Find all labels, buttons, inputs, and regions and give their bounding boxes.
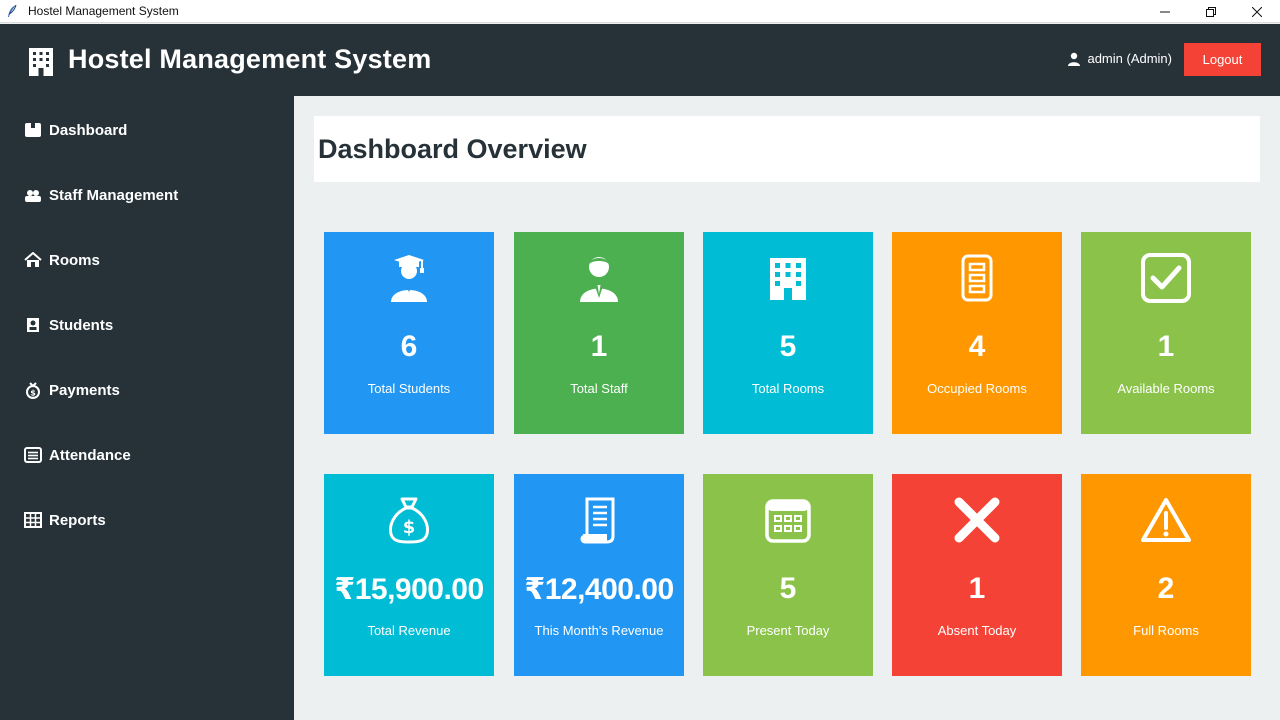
warning-icon — [1140, 494, 1192, 546]
card-label: Total Students — [367, 381, 451, 396]
building-icon — [762, 252, 814, 304]
svg-text:$: $ — [30, 389, 36, 398]
card-label: Absent Today — [937, 623, 1017, 638]
window-controls — [1142, 0, 1280, 23]
restore-icon — [1206, 6, 1216, 17]
close-icon — [1252, 6, 1262, 17]
students-icon — [24, 316, 42, 334]
receipt-icon — [573, 494, 625, 546]
stat-card-total-students[interactable]: 6 Total Students — [324, 232, 494, 434]
stat-card-month-revenue[interactable]: ₹12,400.00 This Month's Revenue — [514, 474, 684, 676]
card-value: ₹15,900.00 — [334, 573, 484, 606]
sidebar-item-rooms[interactable]: Rooms — [0, 240, 294, 280]
page-title: Dashboard Overview — [318, 134, 587, 164]
sidebar-item-label: Dashboard — [49, 121, 128, 139]
logout-button[interactable]: Logout — [1184, 43, 1261, 76]
door-icon — [951, 252, 1003, 304]
graduate-icon — [383, 252, 435, 304]
sidebar-item-label: Payments — [49, 381, 120, 399]
sidebar-item-reports[interactable]: Reports — [0, 500, 294, 540]
page-title-panel: Dashboard Overview — [314, 116, 1260, 182]
user-name: admin (Admin) — [1087, 51, 1172, 66]
sidebar: Dashboard Staff Management Rooms Student… — [0, 96, 294, 720]
stat-card-total-rooms[interactable]: 5 Total Rooms — [703, 232, 873, 434]
stat-card-full-rooms[interactable]: 2 Full Rooms — [1081, 474, 1251, 676]
cross-icon — [951, 494, 1003, 546]
sidebar-item-staff-management[interactable]: Staff Management — [0, 175, 294, 215]
card-label: Total Revenue — [367, 623, 451, 638]
attendance-icon — [24, 446, 42, 464]
staff-person-icon — [573, 252, 625, 304]
card-label: Total Rooms — [751, 381, 825, 396]
card-value: 5 — [779, 330, 797, 363]
card-value: ₹12,400.00 — [524, 573, 674, 606]
sidebar-item-payments[interactable]: $ Payments — [0, 370, 294, 410]
money-bag-icon: $ — [383, 494, 435, 546]
card-label: This Month's Revenue — [534, 623, 664, 638]
sidebar-item-dashboard[interactable]: Dashboard — [0, 110, 294, 150]
card-value: 4 — [968, 330, 986, 363]
stat-card-absent-today[interactable]: 1 Absent Today — [892, 474, 1062, 676]
restore-button[interactable] — [1188, 0, 1234, 23]
reports-icon — [24, 511, 42, 529]
stat-card-total-staff[interactable]: 1 Total Staff — [514, 232, 684, 434]
svg-text:$: $ — [403, 517, 416, 538]
calendar-icon — [762, 494, 814, 546]
card-label: Occupied Rooms — [927, 381, 1027, 396]
user-icon — [1068, 52, 1081, 66]
card-label: Full Rooms — [1133, 623, 1199, 638]
sidebar-item-label: Staff Management — [49, 186, 179, 204]
sidebar-item-label: Reports — [49, 511, 106, 529]
card-label: Present Today — [746, 623, 830, 638]
card-value: 1 — [1157, 330, 1175, 363]
card-value: 1 — [968, 572, 986, 605]
sidebar-item-attendance[interactable]: Attendance — [0, 435, 294, 475]
staff-icon — [24, 186, 42, 204]
card-value: 2 — [1157, 572, 1175, 605]
app-feather-icon — [5, 4, 19, 18]
stat-card-present-today[interactable]: 5 Present Today — [703, 474, 873, 676]
checkbox-icon — [1140, 252, 1192, 304]
card-label: Available Rooms — [1117, 381, 1215, 396]
stat-card-total-revenue[interactable]: $ ₹15,900.00 Total Revenue — [324, 474, 494, 676]
sidebar-item-students[interactable]: Students — [0, 305, 294, 345]
window-titlebar: Hostel Management System — [0, 0, 1280, 23]
card-value: 6 — [400, 330, 418, 363]
sidebar-item-label: Rooms — [49, 251, 100, 269]
card-value: 1 — [590, 330, 608, 363]
rooms-icon — [24, 251, 42, 269]
app-header: Hostel Management System admin (Admin) L… — [0, 24, 1280, 96]
dashboard-icon — [24, 121, 42, 139]
card-value: 5 — [779, 572, 797, 605]
window-title: Hostel Management System — [28, 4, 179, 18]
stat-card-occupied-rooms[interactable]: 4 Occupied Rooms — [892, 232, 1062, 434]
sidebar-item-label: Students — [49, 316, 114, 334]
minimize-button[interactable] — [1142, 0, 1188, 23]
current-user: admin (Admin) — [1067, 51, 1172, 66]
payments-icon: $ — [24, 381, 42, 399]
stat-card-available-rooms[interactable]: 1 Available Rooms — [1081, 232, 1251, 434]
sidebar-item-label: Attendance — [49, 446, 131, 464]
card-label: Total Staff — [570, 381, 628, 396]
minimize-icon — [1160, 11, 1170, 12]
hotel-building-icon — [26, 46, 56, 76]
main-content: Dashboard Overview 6 Total Students 1 To… — [294, 96, 1280, 720]
close-button[interactable] — [1234, 0, 1280, 23]
app-title: Hostel Management System — [68, 44, 432, 74]
